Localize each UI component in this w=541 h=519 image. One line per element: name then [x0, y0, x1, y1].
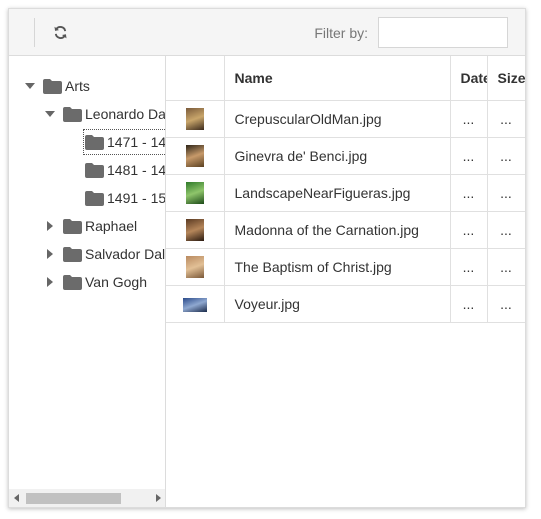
- scroll-left-arrow-icon[interactable]: [9, 489, 24, 507]
- file-name-cell: Voyeur.jpg: [224, 285, 451, 323]
- folder-icon: [63, 274, 82, 290]
- tree-node-salvador-dali[interactable]: Salvador Dali: [43, 241, 166, 267]
- file-grid: Name Date Size CrepuscularOldMan.jpg....…: [166, 56, 525, 508]
- tree-node-1491-1500[interactable]: 1491 - 1500: [83, 185, 166, 211]
- file-size-cell: ...: [487, 174, 525, 212]
- refresh-icon: [54, 25, 66, 39]
- tree-node-label: 1471 - 1480: [107, 134, 166, 150]
- expand-arrow-right-icon[interactable]: [43, 247, 57, 261]
- image-thumbnail: [185, 144, 204, 167]
- tree-node-arts[interactable]: Arts: [23, 73, 90, 99]
- tree-node-label: Arts: [65, 78, 90, 94]
- file-name-cell: Ginevra de' Benci.jpg: [224, 137, 451, 175]
- tree-node-label: Van Gogh: [85, 274, 148, 290]
- file-size-cell: ...: [487, 137, 525, 175]
- file-name-cell: The Baptism of Christ.jpg: [224, 248, 451, 286]
- image-thumbnail: [185, 255, 204, 278]
- expand-arrow-right-icon[interactable]: [43, 219, 57, 233]
- grid-header-row: Name Date Size: [166, 56, 525, 101]
- thumbnail-cell: [166, 174, 225, 212]
- image-thumbnail: [185, 107, 204, 130]
- tree-node-van-gogh[interactable]: Van Gogh: [43, 269, 147, 295]
- folder-icon: [63, 106, 82, 122]
- folder-icon: [43, 78, 62, 94]
- column-header-date[interactable]: Date: [450, 56, 488, 101]
- tree-node-leonardo-da-vinci[interactable]: Leonardo Da Vinci: [43, 101, 166, 127]
- file-name-cell: Madonna of the Carnation.jpg: [224, 211, 451, 249]
- file-manager: Filter by: Arts Leonardo Da Vinci 1471 - 1…: [8, 8, 526, 508]
- thumbnail-cell: [166, 100, 225, 138]
- file-row[interactable]: Voyeur.jpg......: [166, 285, 525, 323]
- filter-label: Filter by:: [314, 25, 368, 41]
- scroll-right-arrow-icon[interactable]: [150, 489, 165, 507]
- scrollbar-thumb[interactable]: [26, 493, 121, 504]
- expand-arrow-down-icon[interactable]: [23, 79, 37, 93]
- filter-input[interactable]: [378, 17, 508, 48]
- toolbar: Filter by:: [9, 9, 525, 56]
- folder-icon: [85, 134, 104, 150]
- thumbnail-cell: [166, 137, 225, 175]
- file-size-cell: ...: [487, 248, 525, 286]
- file-row[interactable]: The Baptism of Christ.jpg......: [166, 248, 525, 286]
- folder-icon: [63, 246, 82, 262]
- thumbnail-cell: [166, 285, 225, 323]
- refresh-button[interactable]: [49, 21, 71, 43]
- folder-tree: Arts Leonardo Da Vinci 1471 - 1480 1481 - 1…: [9, 56, 166, 508]
- tree-node-label: Leonardo Da Vinci: [85, 106, 166, 122]
- file-name-cell: CrepuscularOldMan.jpg: [224, 100, 451, 138]
- tree-node-label: Salvador Dali: [85, 246, 166, 262]
- file-date-cell: ...: [450, 211, 488, 249]
- column-header-name[interactable]: Name: [224, 56, 451, 101]
- file-date-cell: ...: [450, 248, 488, 286]
- column-header-size[interactable]: Size: [487, 56, 525, 101]
- image-thumbnail: [185, 181, 204, 204]
- expand-arrow-down-icon[interactable]: [43, 107, 57, 121]
- expand-arrow-right-icon[interactable]: [43, 275, 57, 289]
- file-size-cell: ...: [487, 100, 525, 138]
- tree-node-label: 1491 - 1500: [107, 190, 166, 206]
- file-size-cell: ...: [487, 211, 525, 249]
- file-size-cell: ...: [487, 285, 525, 323]
- image-thumbnail: [185, 218, 204, 241]
- folder-icon: [63, 218, 82, 234]
- file-date-cell: ...: [450, 137, 488, 175]
- tree-node-label: Raphael: [85, 218, 138, 234]
- file-date-cell: ...: [450, 100, 488, 138]
- tree-node-1471-1480[interactable]: 1471 - 1480: [83, 129, 166, 155]
- image-thumbnail: [182, 297, 207, 312]
- file-name-cell: LandscapeNearFigueras.jpg: [224, 174, 451, 212]
- tree-node-raphael[interactable]: Raphael: [43, 213, 137, 239]
- tree-node-label: 1481 - 1490: [107, 162, 166, 178]
- thumbnail-cell: [166, 248, 225, 286]
- folder-icon: [85, 190, 104, 206]
- tree-node-1481-1490[interactable]: 1481 - 1490: [83, 157, 166, 183]
- thumbnail-cell: [166, 211, 225, 249]
- column-header-thumbnail[interactable]: [166, 56, 225, 101]
- file-row[interactable]: Ginevra de' Benci.jpg......: [166, 137, 525, 175]
- tree-horizontal-scrollbar[interactable]: [9, 489, 165, 507]
- file-date-cell: ...: [450, 174, 488, 212]
- toolbar-separator: [34, 18, 35, 47]
- folder-icon: [85, 162, 104, 178]
- file-row[interactable]: LandscapeNearFigueras.jpg......: [166, 174, 525, 212]
- file-row[interactable]: CrepuscularOldMan.jpg......: [166, 100, 525, 138]
- file-date-cell: ...: [450, 285, 488, 323]
- file-row[interactable]: Madonna of the Carnation.jpg......: [166, 211, 525, 249]
